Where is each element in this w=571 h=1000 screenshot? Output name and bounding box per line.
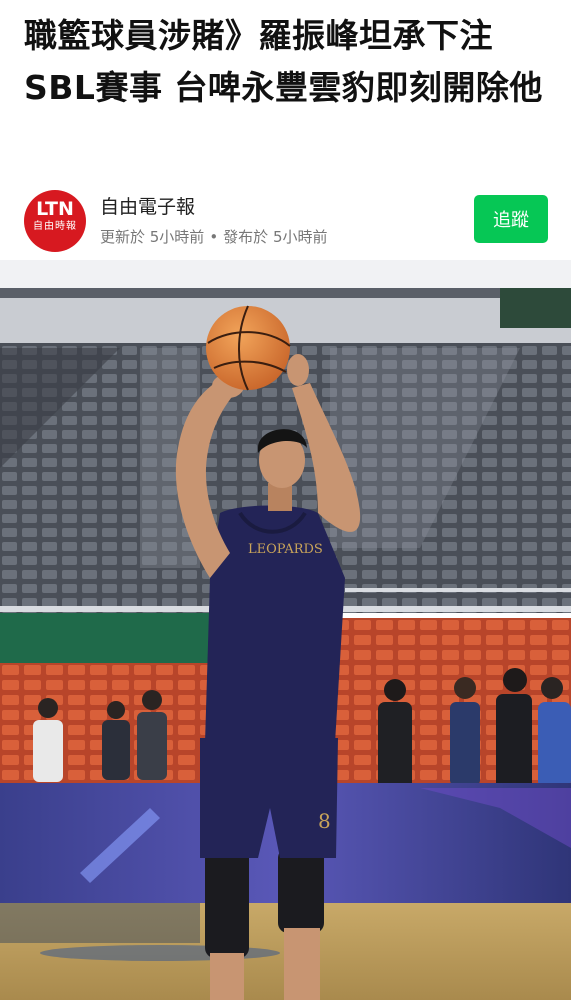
source-row: LTN 自由時報 自由電子報 更新於 5小時前 • 發布於 5小時前 追蹤 xyxy=(24,188,548,254)
logo-text: LTN xyxy=(36,198,74,220)
section-divider xyxy=(0,260,571,288)
article-meta: 更新於 5小時前 • 發布於 5小時前 xyxy=(100,226,327,247)
published-time: 發布於 5小時前 xyxy=(223,228,328,246)
article-headline: 職籃球員涉賭》羅振峰坦承下注SBL賽事 台啤永豐雲豹即刻開除他 xyxy=(24,16,543,107)
ltn-logo[interactable]: LTN 自由時報 xyxy=(24,190,86,252)
jersey-text: LEOPARDS xyxy=(248,542,323,557)
shorts-number: 8 xyxy=(318,809,331,833)
logo-subtext: 自由時報 xyxy=(33,221,77,232)
article-photo[interactable]: 8 LEOPARDS xyxy=(0,288,571,1000)
follow-button[interactable]: 追蹤 xyxy=(474,195,548,243)
publisher-name[interactable]: 自由電子報 xyxy=(100,192,195,219)
meta-separator: • xyxy=(209,228,219,246)
updated-time: 更新於 5小時前 xyxy=(100,228,205,246)
